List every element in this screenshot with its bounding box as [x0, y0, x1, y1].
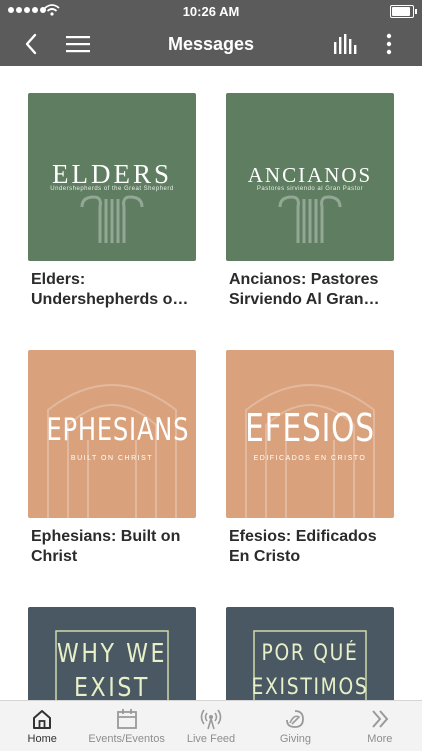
audio-button[interactable] — [328, 22, 362, 66]
artwork-title: EPHESIANS — [46, 412, 190, 448]
artwork-subtitle: EDIFICADOS EN CRISTO — [253, 455, 367, 462]
series-artwork: EPHESIANS BUILT ON CHRIST — [28, 350, 196, 518]
tab-live-feed[interactable]: Live Feed — [169, 701, 253, 751]
series-artwork: EFESIOS EDIFICADOS EN CRISTO — [226, 350, 394, 518]
vertical-dots-icon — [386, 33, 392, 55]
status-bar: 10:26 AM — [0, 0, 422, 22]
series-artwork: POR QUÉ EXISTIMOS — [226, 607, 394, 700]
calendar-icon — [116, 709, 137, 729]
tab-label: Home — [27, 733, 57, 745]
home-icon — [33, 710, 52, 729]
messages-grid: ELDERS Undershepherds of the Great Sheph… — [0, 66, 422, 700]
message-card-ephesians[interactable]: EPHESIANS BUILT ON CHRIST Ephesians: Bui… — [28, 350, 196, 567]
message-card-elders[interactable]: ELDERS Undershepherds of the Great Sheph… — [28, 93, 196, 310]
message-title: Ancianos: Pastores Sirviendo Al Gran… — [229, 271, 380, 308]
message-title: Elders: Undershepherds o… — [31, 271, 189, 308]
message-card-efesios[interactable]: EFESIOS EDIFICADOS EN CRISTO Efesios: Ed… — [226, 350, 394, 567]
broadcast-icon — [200, 709, 222, 730]
equalizer-icon — [334, 34, 357, 54]
tab-label: Giving — [279, 733, 312, 745]
tab-label: Events/Eventos — [88, 733, 165, 745]
artwork-title: WHY WE EXIST — [56, 639, 168, 700]
message-card-why-we-exist[interactable]: WHY WE EXIST — [28, 607, 196, 700]
artwork-subtitle: Pastores sirviendo al Gran Pastor — [256, 186, 364, 192]
tab-more[interactable]: More — [338, 701, 422, 751]
tab-home[interactable]: Home — [0, 701, 84, 751]
giving-icon — [286, 710, 305, 728]
artwork-subtitle: BUILT ON CHRIST — [70, 455, 154, 462]
message-card-ancianos[interactable]: ANCIANOS Pastores sirviendo al Gran Past… — [226, 93, 394, 310]
series-artwork: ELDERS Undershepherds of the Great Sheph… — [28, 93, 196, 261]
message-title: Efesios: Edificados En Cristo — [229, 528, 377, 565]
series-artwork: WHY WE EXIST — [28, 607, 196, 700]
message-card-por-que-existimos[interactable]: POR QUÉ EXISTIMOS — [226, 607, 394, 700]
tab-label: Live Feed — [186, 733, 236, 745]
tab-label: More — [367, 733, 393, 745]
battery-icon — [390, 5, 417, 18]
artwork-title: POR QUÉ EXISTIMOS — [251, 641, 369, 700]
tab-bar: Home Events/Eventos Live Feed Giving Mor… — [0, 700, 422, 751]
navigation-bar: Messages — [0, 22, 422, 66]
series-artwork: ANCIANOS Pastores sirviendo al Gran Past… — [226, 93, 394, 261]
message-title: Ephesians: Built on Christ — [31, 528, 181, 565]
tab-events[interactable]: Events/Eventos — [84, 701, 168, 751]
double-chevron-right-icon — [372, 710, 389, 728]
status-time: 10:26 AM — [182, 4, 240, 19]
artwork-title: ANCIANOS — [247, 163, 373, 187]
more-options-button[interactable] — [376, 22, 402, 66]
tab-giving[interactable]: Giving — [253, 701, 337, 751]
artwork-title: EFESIOS — [245, 406, 375, 450]
artwork-subtitle: Undershepherds of the Great Shepherd — [50, 186, 174, 192]
